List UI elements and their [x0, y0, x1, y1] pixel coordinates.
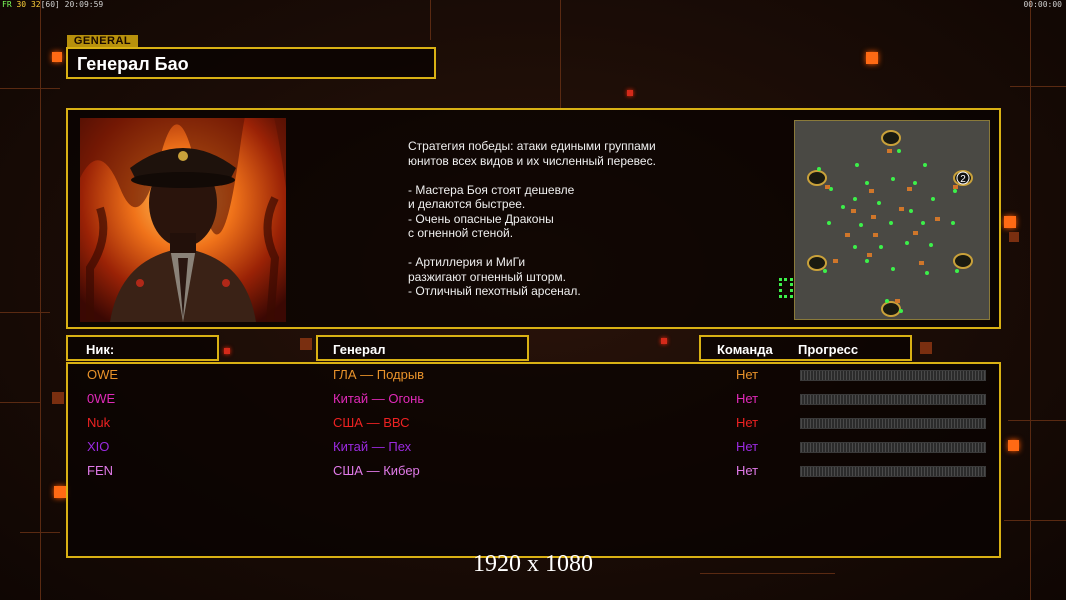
- fps-cap: 32: [30, 0, 41, 9]
- general-info-panel: Стратегия победы: атаки едиными группами…: [66, 108, 1001, 329]
- player-team: Нет: [736, 391, 759, 406]
- map-preview[interactable]: 2: [794, 120, 990, 320]
- player-row: XIO Китай — Пех Нет: [68, 439, 1003, 459]
- player-general: ГЛА — Подрыв: [333, 367, 425, 382]
- player-list: OWE ГЛА — Подрыв Нет 0WE Китай — Огонь Н…: [66, 362, 1001, 558]
- nick-column-header: Ник:: [66, 335, 219, 361]
- player-row: FEN США — Кибер Нет: [68, 463, 1003, 483]
- fps-label: FR: [2, 0, 12, 9]
- player-team: Нет: [736, 439, 759, 454]
- fps-max: [60]: [40, 0, 60, 9]
- progress-header-label: Прогресс: [798, 342, 859, 357]
- load-progress-bar: [800, 442, 986, 453]
- player-nick: Nuk: [87, 415, 111, 430]
- general-column-header: Генерал: [316, 335, 529, 361]
- player-general: США — ВВС: [333, 415, 410, 430]
- player-team: Нет: [736, 367, 759, 382]
- player-start-label: 2: [960, 174, 966, 185]
- load-progress-bar: [800, 370, 986, 381]
- player-team: Нет: [736, 415, 759, 430]
- player-general: Китай — Пех: [333, 439, 412, 454]
- green-unit-marker: [779, 278, 793, 298]
- minimap-image: 2: [795, 121, 989, 319]
- player-general: Китай — Огонь: [333, 391, 425, 406]
- team-header-label: Команда: [717, 342, 773, 357]
- player-nick: 0WE: [87, 391, 116, 406]
- player-row: OWE ГЛА — Подрыв Нет: [68, 367, 1003, 387]
- load-progress-bar: [800, 418, 986, 429]
- game-timer: 00:00:00: [1023, 0, 1062, 9]
- fps-value: 30: [16, 0, 27, 9]
- player-general: США — Кибер: [333, 463, 420, 478]
- player-nick: OWE: [87, 367, 119, 382]
- nick-header-label: Ник:: [86, 342, 115, 357]
- player-row: Nuk США — ВВС Нет: [68, 415, 1003, 435]
- general-portrait-image: [80, 118, 286, 322]
- general-name: Генерал Бао: [77, 54, 189, 74]
- general-title-box: Генерал Бао: [66, 47, 436, 79]
- clock: 20:09:59: [64, 0, 104, 9]
- load-progress-bar: [800, 466, 986, 477]
- general-tag: GENERAL: [67, 35, 138, 47]
- general-header-label: Генерал: [333, 342, 386, 357]
- player-nick: FEN: [87, 463, 113, 478]
- player-row: 0WE Китай — Огонь Нет: [68, 391, 1003, 411]
- fps-readout: FR 30 32[60] 20:09:59: [2, 0, 103, 9]
- player-nick: XIO: [87, 439, 110, 454]
- player-team: Нет: [736, 463, 759, 478]
- strategy-description: Стратегия победы: атаки едиными группами…: [408, 139, 656, 298]
- general-portrait: [80, 118, 286, 322]
- team-progress-header: Команда Прогресс: [699, 335, 912, 361]
- resolution-label: 1920 x 1080: [473, 551, 593, 577]
- load-progress-bar: [800, 394, 986, 405]
